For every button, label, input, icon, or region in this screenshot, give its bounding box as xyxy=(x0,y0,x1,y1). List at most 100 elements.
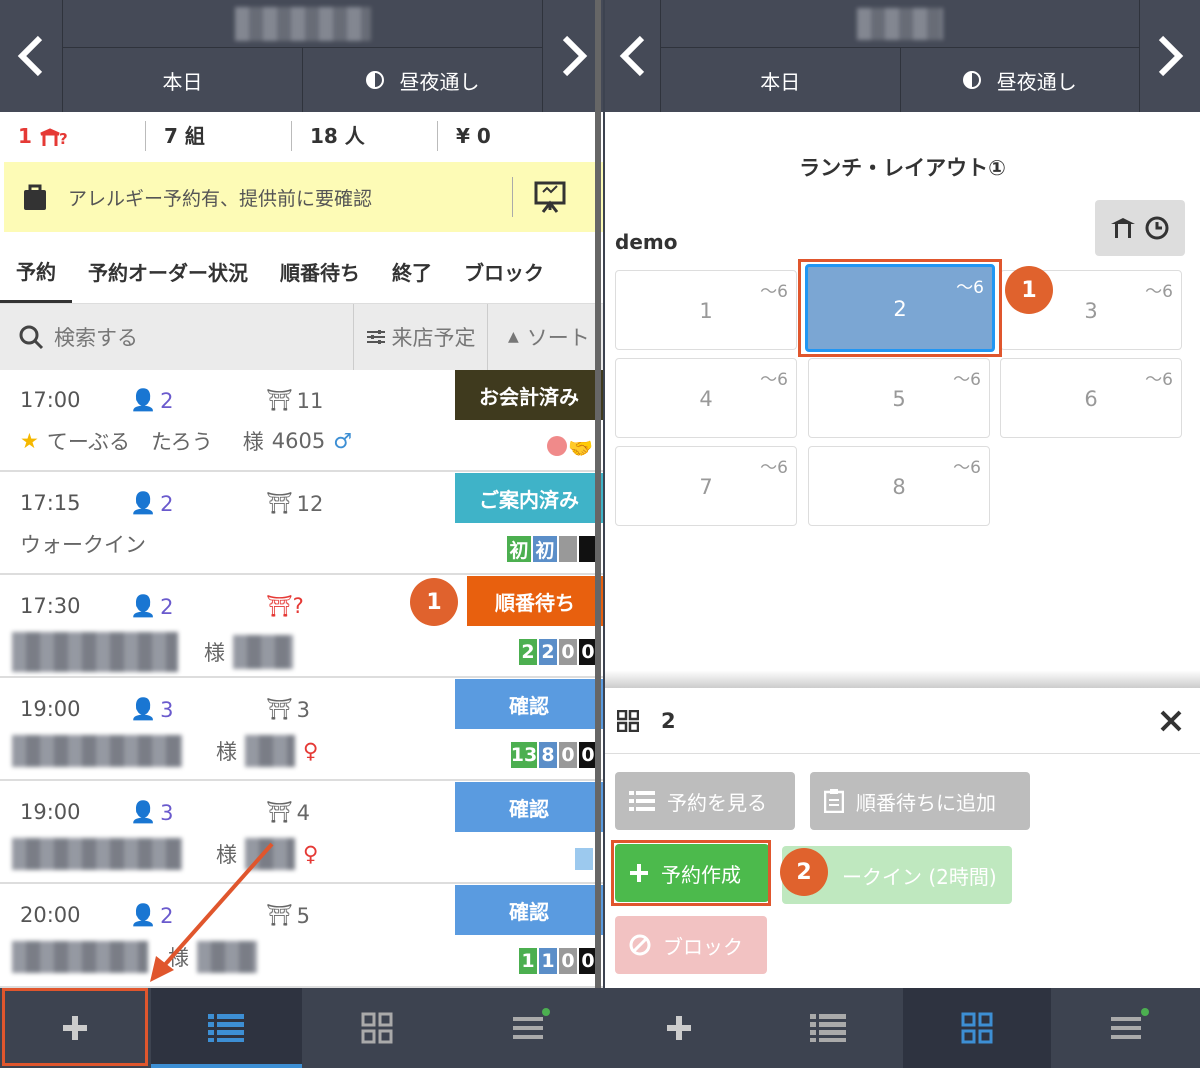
document-icon xyxy=(575,848,593,870)
area-name: demo xyxy=(615,230,678,254)
arrow-annotation xyxy=(150,842,274,982)
star-icon: ★ xyxy=(20,429,39,453)
right-screen: 本日 昼夜通し ランチ・レイアウト① demo ～6 1 ～6 2 ～6 3 ～6 4 … xyxy=(605,0,1200,1068)
grid-icon xyxy=(617,709,639,732)
reservation-row[interactable]: 19:00 👤 3 ⛩ 4 様 ♀ 確認 xyxy=(0,782,603,884)
list-view-button[interactable] xyxy=(150,988,302,1068)
table-time-button[interactable] xyxy=(1095,200,1185,256)
unassigned-count[interactable]: 1 ? xyxy=(0,121,146,151)
list-icon xyxy=(629,791,655,811)
table-cell[interactable]: ～6 1 xyxy=(615,270,797,350)
prev-day-button[interactable] xyxy=(605,0,661,112)
close-icon[interactable] xyxy=(1160,710,1182,732)
next-day-button[interactable] xyxy=(543,0,603,112)
reservation-row[interactable]: 17:00 👤 2 ⛩ 11 ★ てーぶる たろう様 4605 ♂ お会計済み 🤝 xyxy=(0,370,603,472)
status-badge[interactable]: 確認 xyxy=(455,679,603,729)
svg-text:?: ? xyxy=(59,130,68,148)
layout-title: ランチ・レイアウト① xyxy=(799,156,1006,180)
tab-today[interactable]: 本日 xyxy=(63,48,302,112)
step-1-badge: 1 xyxy=(410,578,458,626)
reservation-row[interactable]: 17:30 👤 2 ⛩? 様 1 順番待ち 2 2 0 0 xyxy=(0,576,603,678)
scrollbar[interactable] xyxy=(595,0,601,988)
highlight-add xyxy=(2,988,148,1066)
male-icon: ♂ xyxy=(333,429,353,453)
reservation-row[interactable]: 20:00 👤 2 ⛩ 5 様 確認 1 1 0 0 xyxy=(0,885,603,988)
notification-dot xyxy=(1141,1008,1150,1016)
tab-today[interactable]: 本日 xyxy=(661,48,900,112)
list-icon xyxy=(810,1014,847,1042)
table-icon: ⛩ xyxy=(266,388,293,412)
layout-view-button[interactable] xyxy=(302,988,453,1068)
layout-view-button[interactable] xyxy=(902,988,1052,1068)
table-cell[interactable]: ～6 8 xyxy=(808,446,990,526)
person-icon: 👤 xyxy=(130,800,157,824)
step-2-badge: 2 xyxy=(780,848,828,896)
list-view-button[interactable] xyxy=(754,988,903,1068)
menu-icon xyxy=(512,1017,543,1039)
table-cell[interactable]: ～6 6 xyxy=(1000,358,1182,438)
table-cell[interactable]: ～6 7 xyxy=(615,446,797,526)
highlight-table xyxy=(798,259,1002,357)
table-icon xyxy=(1111,218,1135,238)
bottom-nav xyxy=(605,988,1200,1068)
tab-finished[interactable]: 終了 xyxy=(376,240,448,303)
table-question-icon: ? xyxy=(40,127,68,148)
status-badge[interactable]: ご案内済み xyxy=(455,473,603,523)
tag-counters: 2 2 0 0 xyxy=(519,639,597,665)
sort-up-icon: ▲ xyxy=(508,329,519,345)
person-icon: 👤 xyxy=(130,491,157,515)
tab-order-status[interactable]: 予約オーダー状況 xyxy=(72,240,264,303)
person-icon: 👤 xyxy=(130,594,157,618)
clock-icon xyxy=(1145,216,1169,240)
view-reservations-button[interactable]: 予約を見る xyxy=(615,772,795,830)
status-badge[interactable]: お会計済み xyxy=(455,370,603,420)
chevron-left-icon xyxy=(619,35,645,77)
tab-all-day[interactable]: 昼夜通し xyxy=(899,48,1140,112)
table-cell[interactable]: ～6 4 xyxy=(615,358,797,438)
menu-button[interactable] xyxy=(452,988,603,1068)
notification-dot xyxy=(542,1008,551,1016)
chevron-right-icon xyxy=(562,35,588,77)
tab-reservations[interactable]: 予約 xyxy=(0,240,72,303)
date-title xyxy=(661,0,1139,48)
reservation-row[interactable]: 17:15 👤 2 ⛩ 12 ウォークイン ご案内済み 初 初 xyxy=(0,473,603,575)
date-section: 本日 昼夜通し xyxy=(660,0,1140,112)
allergy-notice[interactable]: アレルギー予約有、提供前に要確認 xyxy=(4,162,603,232)
tab-all-day[interactable]: 昼夜通し xyxy=(302,48,542,112)
sliders-icon xyxy=(366,330,385,344)
list-icon xyxy=(208,1014,245,1042)
status-badge[interactable]: 順番待ち xyxy=(467,576,603,626)
menu-icon xyxy=(1110,1017,1141,1039)
next-day-button[interactable] xyxy=(1140,0,1200,112)
filter-button[interactable]: 来店予定 xyxy=(353,304,487,370)
status-badge[interactable]: 確認 xyxy=(455,782,603,832)
header: 本日 昼夜通し xyxy=(605,0,1200,112)
tab-blocked[interactable]: ブロック xyxy=(448,240,560,303)
tag-counters: 1 1 0 0 xyxy=(519,948,597,974)
menu-button[interactable] xyxy=(1051,988,1200,1068)
table-icon: ⛩ xyxy=(266,491,293,515)
add-waitlist-button[interactable]: 順番待ちに追加 xyxy=(810,772,1030,830)
half-moon-icon xyxy=(962,71,981,89)
date-section: 本日 昼夜通し xyxy=(62,0,543,112)
search-icon xyxy=(19,325,44,350)
dialog-header: 2 xyxy=(605,688,1200,754)
status-badge[interactable]: 確認 xyxy=(455,885,603,935)
search-input[interactable]: 検索する xyxy=(0,304,353,370)
handshake-icon: 🤝 xyxy=(568,436,593,460)
reservation-row[interactable]: 19:00 👤 3 ⛩ 3 様 ♀ 確認 13 8 0 0 xyxy=(0,679,603,781)
tab-waitlist[interactable]: 順番待ち xyxy=(264,240,376,303)
table-cell[interactable]: ～6 5 xyxy=(808,358,990,438)
table-question-icon: ⛩? xyxy=(266,594,304,618)
sort-button[interactable]: ▲ ソート xyxy=(487,304,603,370)
header: 本日 昼夜通し xyxy=(0,0,603,112)
highlight-create xyxy=(611,840,771,906)
chevron-right-icon xyxy=(1158,35,1184,77)
prev-day-button[interactable] xyxy=(0,0,62,112)
add-button[interactable] xyxy=(605,988,754,1068)
chevron-left-icon xyxy=(17,35,43,77)
half-moon-icon xyxy=(365,71,384,89)
block-button[interactable]: ブロック xyxy=(615,916,767,974)
grid-icon xyxy=(961,1012,993,1044)
group-count: 7 組 xyxy=(146,121,292,151)
